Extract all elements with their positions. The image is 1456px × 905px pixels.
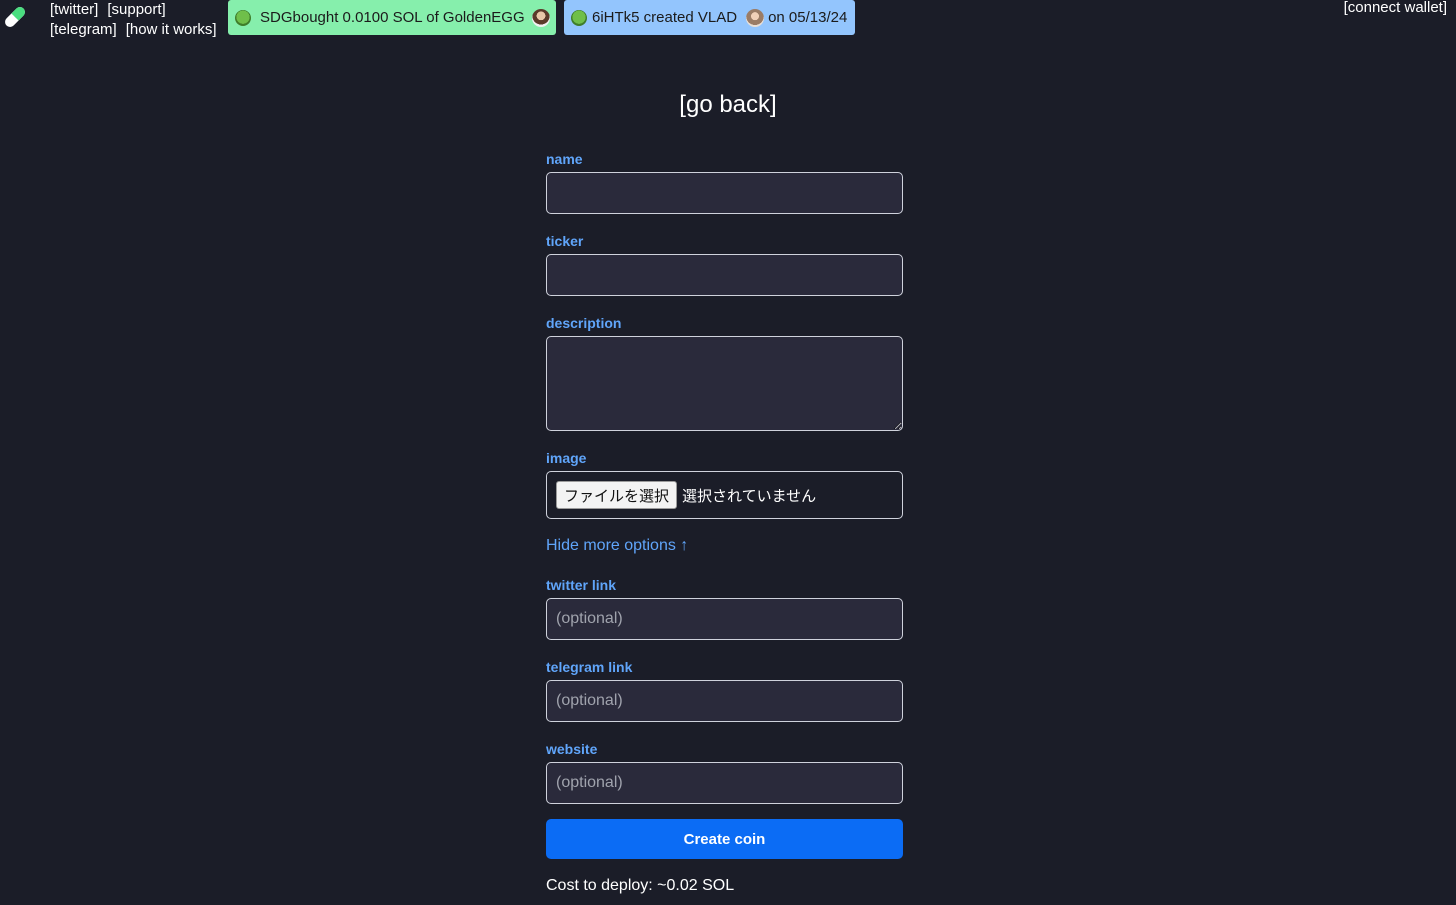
telegram-link-input[interactable] [546,680,903,722]
connect-wallet-button[interactable]: [connect wallet] [1344,0,1447,15]
go-back-link[interactable]: [go back] [679,91,776,118]
top-bar: [twitter] [support] [telegram] [how it w… [0,0,1456,40]
name-input[interactable] [546,172,903,214]
create-coin-button[interactable]: Create coin [546,819,903,859]
token-avatar-icon [746,8,765,27]
twitter-link-label: twitter link [546,577,617,593]
go-back-row: [go back] [0,89,1456,121]
token-avatar-icon [531,8,550,27]
website-label: website [546,741,598,757]
website-input[interactable] [546,762,903,804]
pepe-avatar-icon [235,9,251,26]
ticker-label: ticker [546,233,584,249]
telegram-link[interactable]: [telegram] [50,20,117,40]
buy-activity-text: bought 0.0100 SOL of GoldenEGG [292,9,525,26]
file-status-text: 選択されていません [682,486,817,505]
how-it-works-link[interactable]: [how it works] [126,20,217,40]
nav-links: [twitter] [support] [telegram] [how it w… [50,0,217,40]
twitter-link-input[interactable] [546,598,903,640]
create-activity-text: 6iHTk5 created VLAD [592,9,738,26]
support-link[interactable]: [support] [107,0,165,20]
buy-activity-banner[interactable]: SDG bought 0.0100 SOL of GoldenEGG [228,0,556,35]
create-activity-banner[interactable]: 6iHTk5 created VLAD on 05/13/24 [564,0,855,35]
description-label: description [546,315,622,331]
twitter-link[interactable]: [twitter] [50,0,98,20]
image-label: image [546,450,587,466]
hide-more-options-toggle[interactable]: Hide more options ↑ [546,536,688,556]
description-textarea[interactable] [546,336,903,431]
cost-to-deploy-text: Cost to deploy: ~0.02 SOL [546,877,735,894]
create-activity-date: on 05/13/24 [768,9,848,26]
telegram-link-label: telegram link [546,659,633,675]
image-file-input: ファイルを選択 選択されていません [546,471,903,519]
pill-logo-icon[interactable] [2,4,28,30]
name-label: name [546,151,583,167]
choose-file-button[interactable]: ファイルを選択 [556,481,678,509]
ticker-input[interactable] [546,254,903,296]
pepe-avatar-icon [571,9,587,26]
buyer-name: SDG [260,9,293,26]
